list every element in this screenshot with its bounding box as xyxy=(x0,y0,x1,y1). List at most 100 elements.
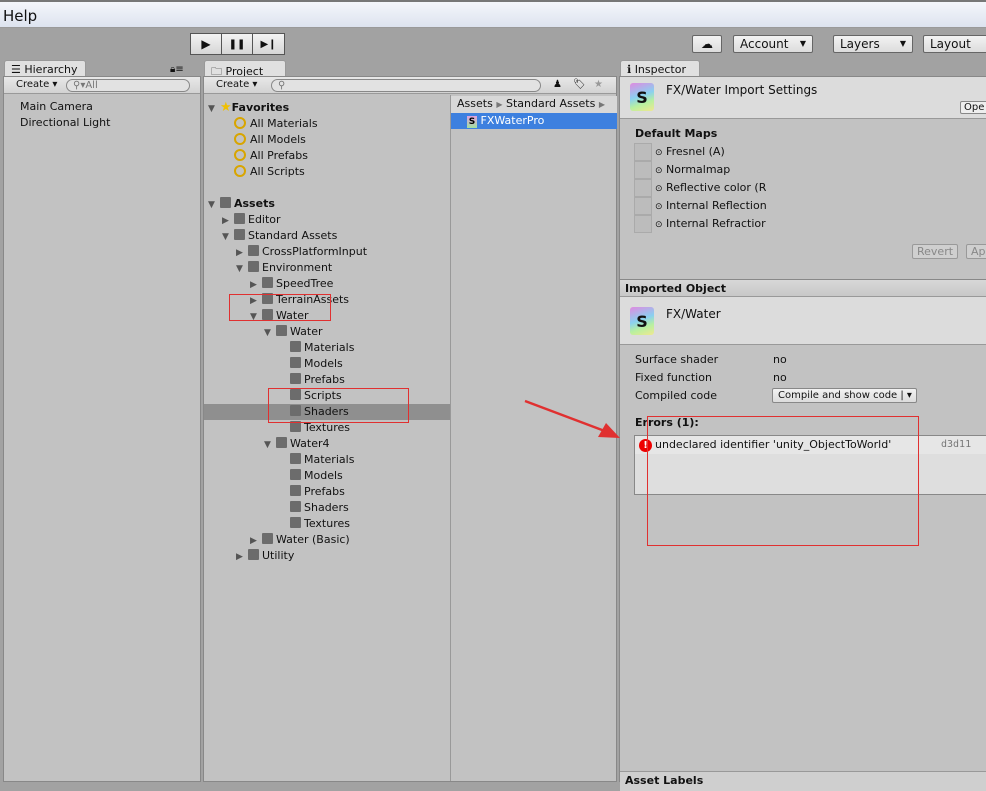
hierarchy-item[interactable]: Directional Light xyxy=(20,115,110,131)
tree-item[interactable]: ▼ Water xyxy=(204,308,450,324)
lock-icon[interactable]: 🔒︎≡ xyxy=(170,64,184,75)
project-toolbar: Create ▾ ⚲ ♟ 🏷︎ ★ xyxy=(204,77,616,94)
play-button[interactable]: ▶ xyxy=(190,33,222,55)
tree-item[interactable]: ▼ Assets xyxy=(204,196,450,212)
map-property[interactable]: ⊙ Fresnel (A) xyxy=(655,145,725,158)
tree-item[interactable]: Shaders xyxy=(204,500,450,516)
tree-item-label: Environment xyxy=(262,261,333,274)
menu-help[interactable]: Help xyxy=(3,7,37,25)
hierarchy-create-button[interactable]: Create ▾ xyxy=(12,78,61,91)
tree-item[interactable]: Prefabs xyxy=(204,484,450,500)
tab-inspector[interactable]: ℹ Inspector xyxy=(620,60,700,77)
tree-item[interactable]: ▶ Water (Basic) xyxy=(204,532,450,548)
folder-icon xyxy=(290,485,301,496)
tab-hierarchy[interactable]: ☰ Hierarchy xyxy=(4,60,86,77)
collapsed-arrow-icon[interactable]: ▶ xyxy=(236,245,248,261)
expanded-arrow-icon[interactable]: ▼ xyxy=(208,101,220,117)
texture-slot[interactable] xyxy=(634,143,652,161)
pause-button[interactable]: ❚❚ xyxy=(221,33,253,55)
layout-dropdown[interactable]: Layout xyxy=(923,35,986,53)
prop-value: no xyxy=(773,353,787,366)
favorite-star-icon[interactable]: ★ xyxy=(590,78,607,91)
layers-dropdown[interactable]: Layers ▼ xyxy=(833,35,913,53)
compile-show-code-button[interactable]: Compile and show code | ▾ xyxy=(772,388,917,403)
tree-item[interactable]: All Materials xyxy=(204,116,450,132)
tree-item[interactable]: Models xyxy=(204,468,450,484)
tree-item[interactable]: ▶ Utility xyxy=(204,548,450,564)
map-property[interactable]: ⊙ Internal Reflection xyxy=(655,199,767,212)
tree-item[interactable]: ▶ Editor xyxy=(204,212,450,228)
tree-item[interactable]: Textures xyxy=(204,516,450,532)
tree-item-label: All Models xyxy=(250,133,306,146)
hierarchy-search[interactable]: ⚲▾All xyxy=(66,79,190,92)
expanded-arrow-icon[interactable]: ▼ xyxy=(236,261,248,277)
expanded-arrow-icon[interactable]: ▼ xyxy=(264,325,276,341)
collapsed-arrow-icon[interactable]: ▶ xyxy=(250,533,262,549)
texture-slot[interactable] xyxy=(634,179,652,197)
tree-item[interactable]: ▶ SpeedTree xyxy=(204,276,450,292)
tree-item[interactable]: ▼ Standard Assets xyxy=(204,228,450,244)
tree-item-label: All Scripts xyxy=(250,165,305,178)
expanded-arrow-icon[interactable]: ▼ xyxy=(264,437,276,453)
expanded-arrow-icon[interactable]: ▼ xyxy=(208,197,220,213)
texture-slot[interactable] xyxy=(634,215,652,233)
map-property[interactable]: ⊙ Normalmap xyxy=(655,163,730,176)
project-search[interactable]: ⚲ xyxy=(271,79,541,92)
tree-item-label: Prefabs xyxy=(304,485,345,498)
tree-item[interactable]: Shaders xyxy=(204,404,450,420)
cloud-button[interactable]: ☁ xyxy=(692,35,722,53)
default-maps-label: Default Maps xyxy=(635,127,718,140)
prop-label: Compiled code xyxy=(635,389,717,402)
tree-item[interactable]: ▼ Environment xyxy=(204,260,450,276)
collapsed-arrow-icon[interactable]: ▶ xyxy=(250,293,262,309)
texture-slot[interactable] xyxy=(634,161,652,179)
breadcrumb-standard-assets[interactable]: Standard Assets xyxy=(506,97,595,110)
target-icon: ⊙ xyxy=(655,202,663,212)
folder-icon xyxy=(234,229,245,240)
hierarchy-toolbar: Create ▾ ⚲▾All xyxy=(4,77,200,94)
collapsed-arrow-icon[interactable]: ▶ xyxy=(250,277,262,293)
step-button[interactable]: ▶❙ xyxy=(252,33,285,55)
filter-type-icon[interactable]: ♟ xyxy=(549,78,566,91)
tree-item[interactable]: Prefabs xyxy=(204,372,450,388)
breadcrumb-assets[interactable]: Assets xyxy=(457,97,493,110)
file-item-fxwaterpro[interactable]: S FXWaterPro xyxy=(451,113,617,129)
revert-button[interactable]: Revert xyxy=(912,244,959,259)
tree-item[interactable]: ▼ Water4 xyxy=(204,436,450,452)
apply-button[interactable]: Ap xyxy=(966,244,986,259)
folder-icon xyxy=(262,533,273,544)
map-property[interactable]: ⊙ Internal Refractior xyxy=(655,217,766,230)
project-create-button[interactable]: Create ▾ xyxy=(212,78,261,91)
tree-item[interactable]: ▼ Water xyxy=(204,324,450,340)
hierarchy-item[interactable]: Main Camera xyxy=(20,99,93,115)
map-property[interactable]: ⊙ Reflective color (R xyxy=(655,181,766,194)
collapsed-arrow-icon[interactable]: ▶ xyxy=(222,213,234,229)
tree-item[interactable]: Materials xyxy=(204,340,450,356)
tab-project[interactable]: 🗀 Project xyxy=(204,60,286,78)
tree-item[interactable]: Models xyxy=(204,356,450,372)
tree-item[interactable]: All Models xyxy=(204,132,450,148)
expanded-arrow-icon[interactable]: ▼ xyxy=(222,229,234,245)
tree-item[interactable]: Scripts xyxy=(204,388,450,404)
open-button[interactable]: Ope xyxy=(960,101,986,114)
tree-item[interactable]: ▶ TerrainAssets xyxy=(204,292,450,308)
tree-item[interactable]: Materials xyxy=(204,452,450,468)
tree-item-label: Editor xyxy=(248,213,281,226)
expanded-arrow-icon[interactable]: ▼ xyxy=(250,309,262,325)
tree-item-label: SpeedTree xyxy=(276,277,334,290)
tree-item[interactable]: All Scripts xyxy=(204,164,450,180)
tree-item[interactable]: ▼ ★Favorites xyxy=(204,100,450,116)
tree-item[interactable]: Textures xyxy=(204,420,450,436)
tree-item[interactable]: ▶ CrossPlatformInput xyxy=(204,244,450,260)
filter-label-icon[interactable]: 🏷︎ xyxy=(569,78,590,91)
tree-item-label: Prefabs xyxy=(304,373,345,386)
error-row[interactable]: ! undeclared identifier 'unity_ObjectToW… xyxy=(635,436,986,454)
tree-item[interactable]: All Prefabs xyxy=(204,148,450,164)
texture-slot[interactable] xyxy=(634,197,652,215)
collapsed-arrow-icon[interactable]: ▶ xyxy=(236,549,248,565)
import-header: S FX/Water Import Settings Ope xyxy=(620,77,986,119)
tree-item-label: Assets xyxy=(234,197,275,210)
folder-icon xyxy=(248,261,259,272)
folder-icon xyxy=(290,421,301,432)
account-dropdown[interactable]: Account ▼ xyxy=(733,35,813,53)
